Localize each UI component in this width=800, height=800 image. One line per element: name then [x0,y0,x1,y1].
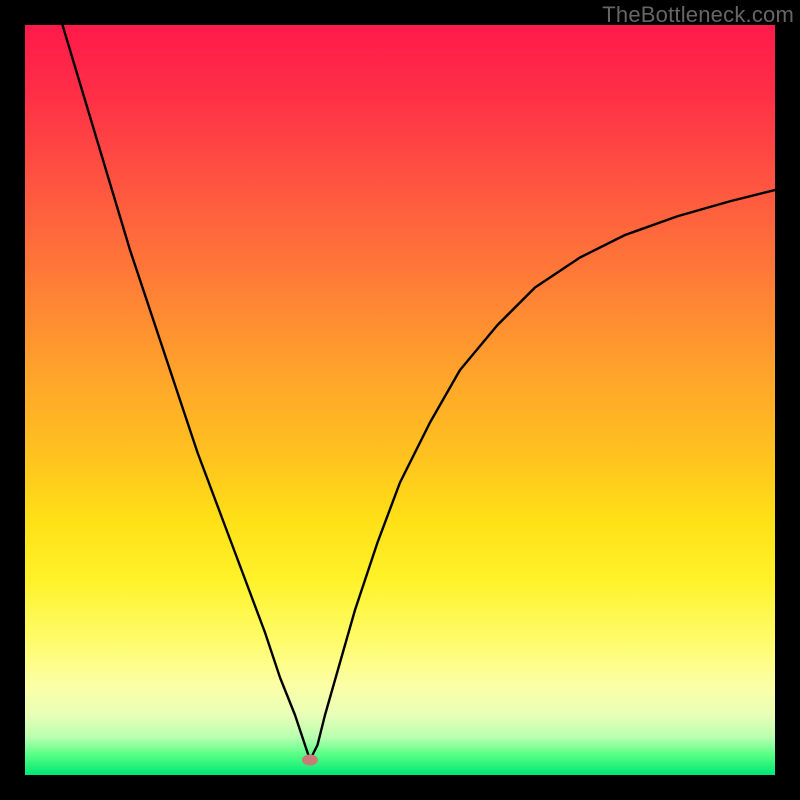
optimum-marker [302,755,318,766]
curve-svg [25,25,775,775]
plot-area [25,25,775,775]
chart-frame: TheBottleneck.com [0,0,800,800]
bottleneck-curve [63,25,776,760]
watermark-text: TheBottleneck.com [602,2,794,28]
